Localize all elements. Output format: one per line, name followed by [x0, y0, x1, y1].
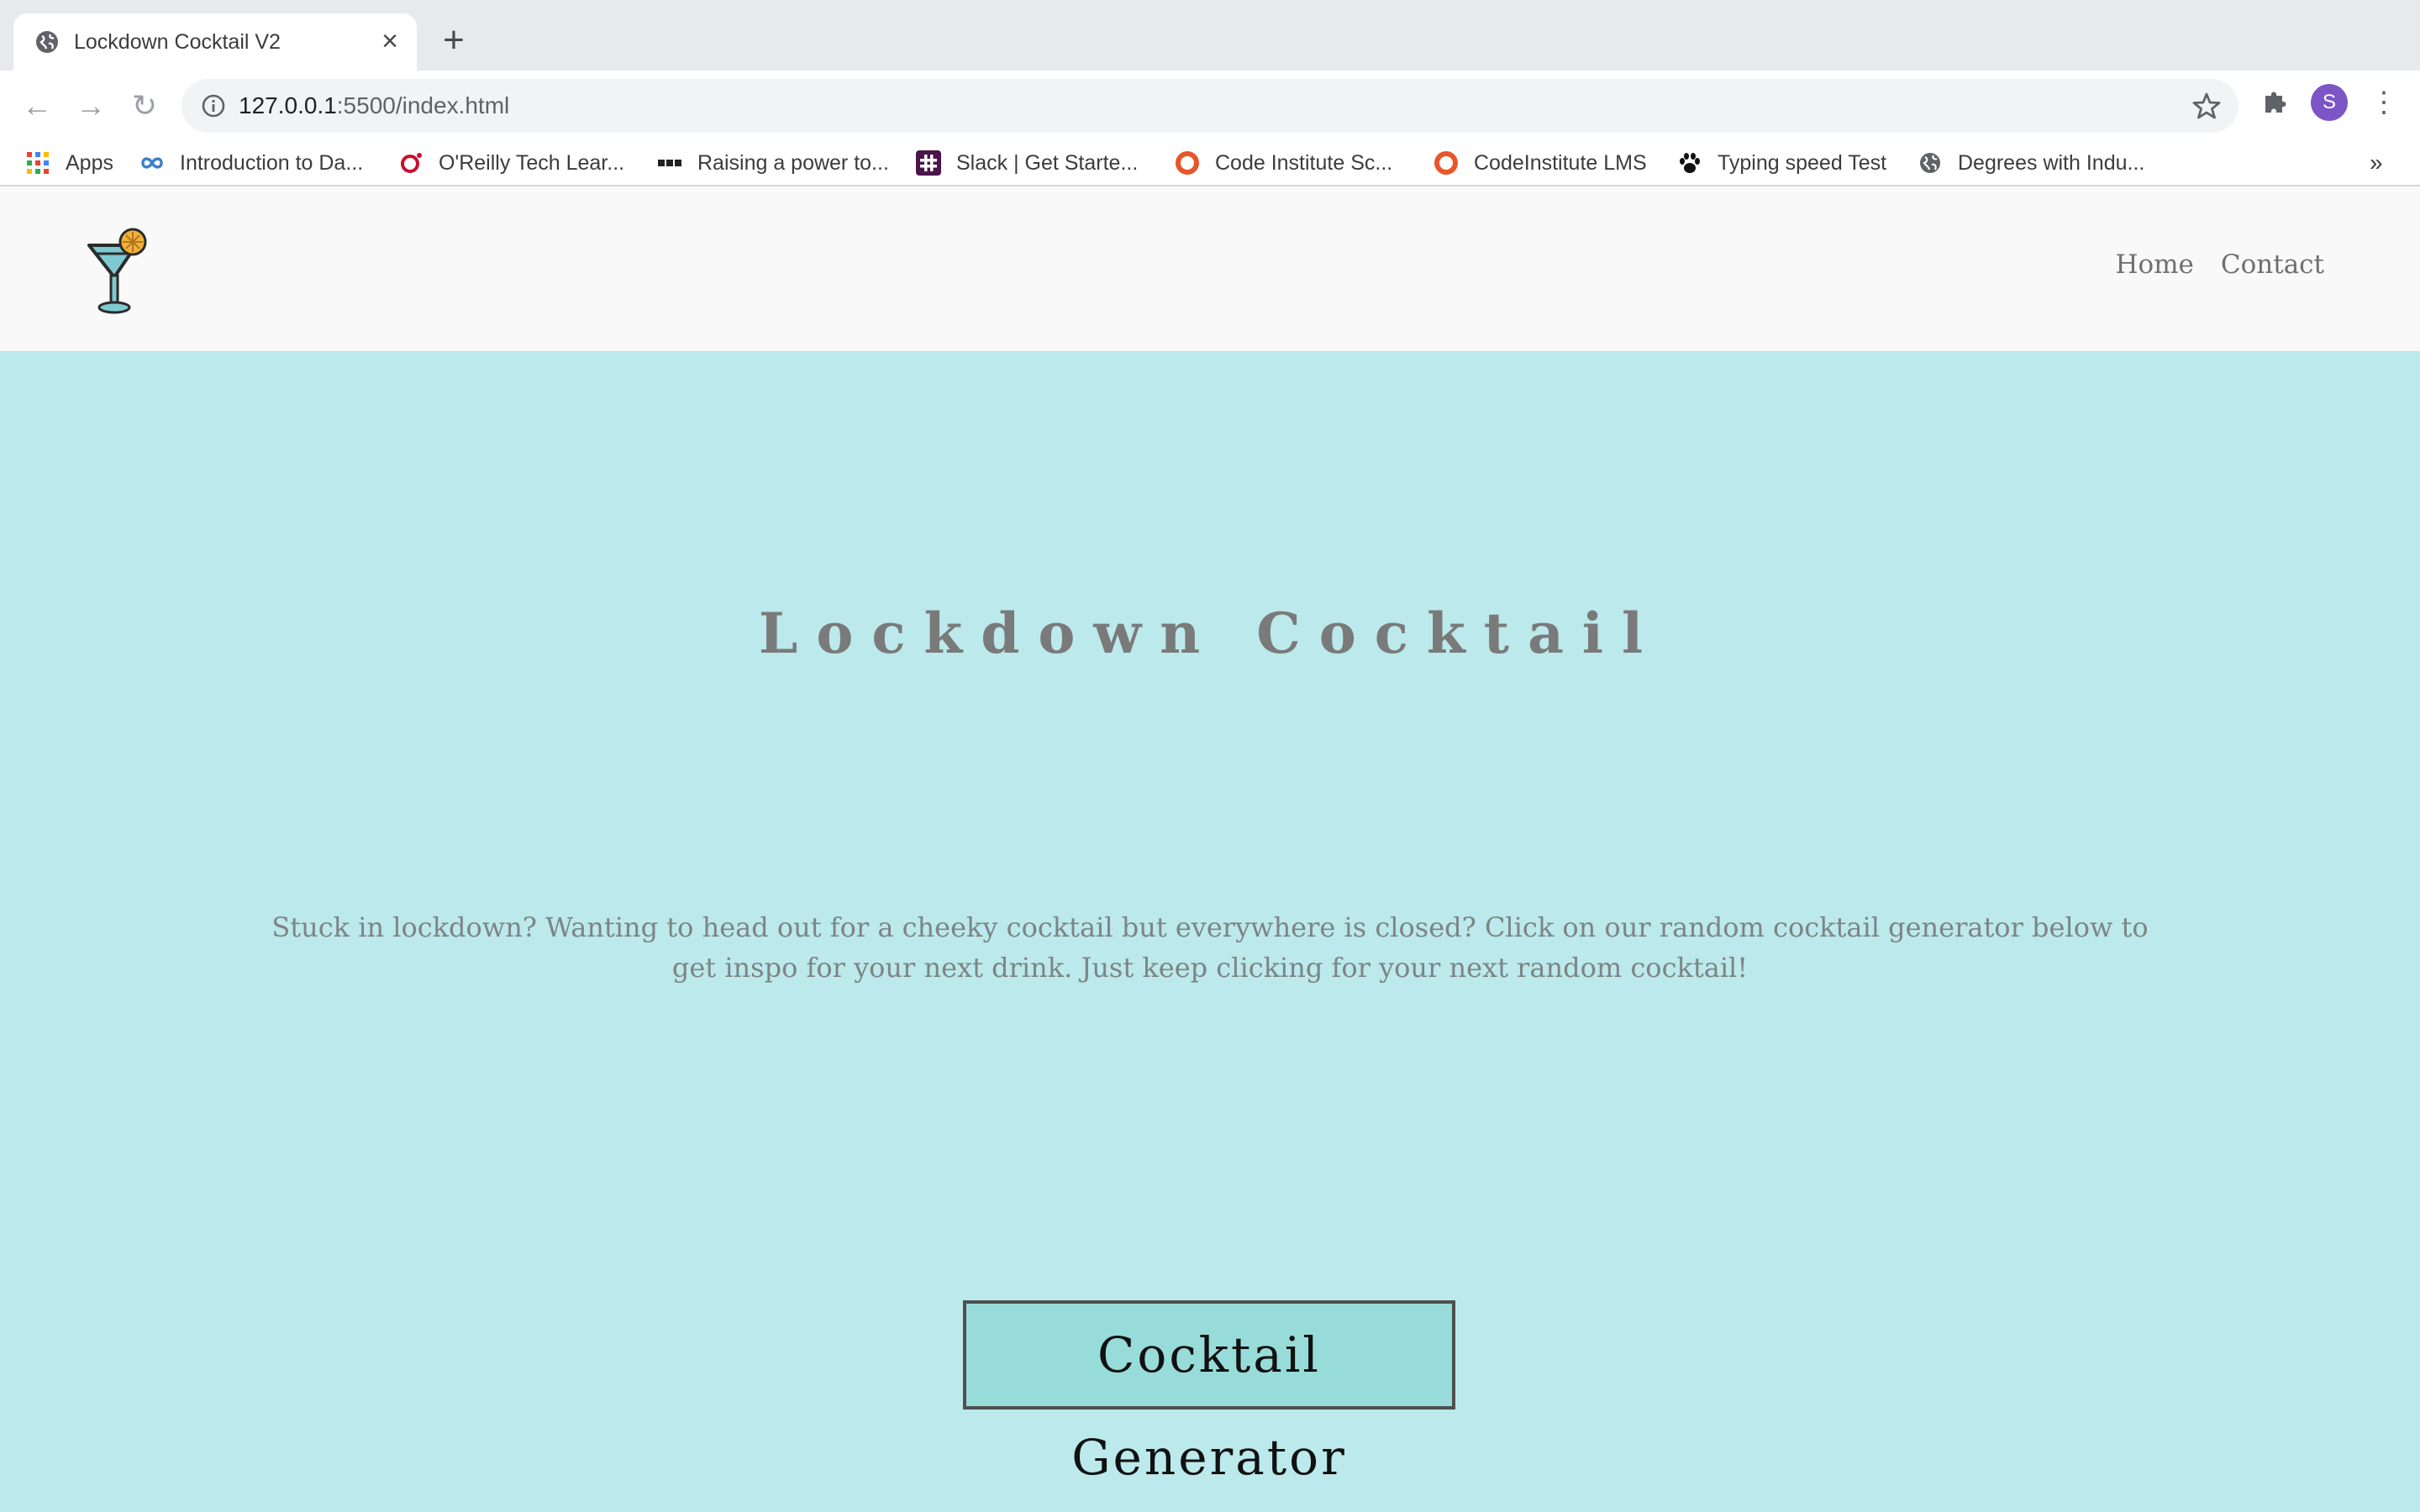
more-bookmarks-icon[interactable]: »: [2370, 141, 2383, 185]
intro-text: Stuck in lockdown? Wanting to head out f…: [271, 911, 2149, 984]
browser-tab-bar: Lockdown Cocktail V2 × +: [0, 0, 2420, 71]
forward-arrow-icon[interactable]: →: [69, 84, 113, 128]
bookmark-apps[interactable]: Apps: [25, 141, 113, 185]
bookmark-code-institute[interactable]: Code Institute Sc...: [1175, 141, 1392, 185]
paw-icon: [1680, 153, 1700, 173]
address-bar[interactable]: 127.0.0.1:5500/index.html: [182, 79, 2238, 133]
site-navbar: Home Contact: [0, 186, 2420, 351]
cocktail-generator-button[interactable]: Cocktail Generator: [963, 1300, 1455, 1486]
bookmarks-bar: Apps Introduction to Da... O'Reilly Tech…: [0, 141, 2420, 185]
page-title: Lockdown Cocktail: [758, 601, 1662, 666]
nav-link-contact[interactable]: Contact: [2221, 247, 2324, 282]
globe-icon: [1920, 153, 1940, 173]
url-host: 127.0.0.1: [239, 92, 337, 118]
slack-icon: [916, 150, 941, 176]
bookmark-label: Raising a power to...: [697, 150, 889, 175]
bookmark-label: Apps: [66, 150, 113, 175]
tab-title: Lockdown Cocktail V2: [74, 30, 281, 54]
bookmark-codeinstitute-lms[interactable]: CodeInstitute LMS: [1434, 141, 1647, 185]
site-nav-links: Home Contact: [2115, 247, 2324, 282]
bookmark-typing-test[interactable]: Typing speed Test: [1677, 141, 1886, 185]
nav-link-home[interactable]: Home: [2115, 247, 2193, 282]
bookmark-label: Introduction to Da...: [180, 150, 364, 175]
bbc-icon: [658, 160, 681, 166]
bookmark-label: Degrees with Indu...: [1958, 150, 2145, 175]
url-text[interactable]: 127.0.0.1:5500/index.html: [239, 91, 509, 121]
code-institute-icon: [1176, 151, 1199, 175]
bookmark-label: Typing speed Test: [1718, 150, 1887, 175]
back-arrow-icon[interactable]: ←: [15, 84, 59, 128]
bookmark-oreilly[interactable]: O'Reilly Tech Lear...: [398, 141, 624, 185]
bookmark-label: Slack | Get Starte...: [956, 150, 1139, 175]
bookmark-intro-data[interactable]: Introduction to Da...: [139, 141, 363, 185]
code-institute-icon: [1434, 151, 1458, 175]
bookmark-label: CodeInstitute LMS: [1474, 150, 1647, 175]
extensions-puzzle-icon[interactable]: [2260, 86, 2291, 116]
browser-menu-icon[interactable]: ⋮: [2370, 86, 2398, 119]
new-tab-button[interactable]: +: [437, 22, 471, 59]
bookmark-label: O'Reilly Tech Lear...: [439, 150, 625, 175]
close-tab-icon[interactable]: ×: [376, 27, 403, 55]
bookmark-slack[interactable]: Slack | Get Starte...: [916, 141, 1138, 185]
url-path: :5500/index.html: [336, 92, 510, 118]
profile-avatar[interactable]: S: [2311, 84, 2348, 121]
oreilly-icon: [401, 153, 422, 173]
browser-toolbar: ← → ↻ 127.0.0.1:5500/index.html S ⋮ Apps: [0, 71, 2420, 200]
cocktail-glass-logo[interactable]: [84, 225, 155, 318]
bookmark-label: Code Institute Sc...: [1215, 150, 1393, 175]
bookmark-star-icon[interactable]: [2191, 91, 2222, 121]
bookmark-degrees[interactable]: Degrees with Indu...: [1918, 141, 2144, 185]
infinity-icon: [141, 157, 163, 169]
browser-tab[interactable]: Lockdown Cocktail V2 ×: [13, 13, 417, 71]
info-icon[interactable]: [200, 92, 227, 119]
reload-icon[interactable]: ↻: [123, 84, 166, 128]
apps-grid-icon: [27, 152, 49, 174]
bookmark-bbc[interactable]: Raising a power to...: [657, 141, 889, 185]
globe-icon: [36, 31, 58, 53]
